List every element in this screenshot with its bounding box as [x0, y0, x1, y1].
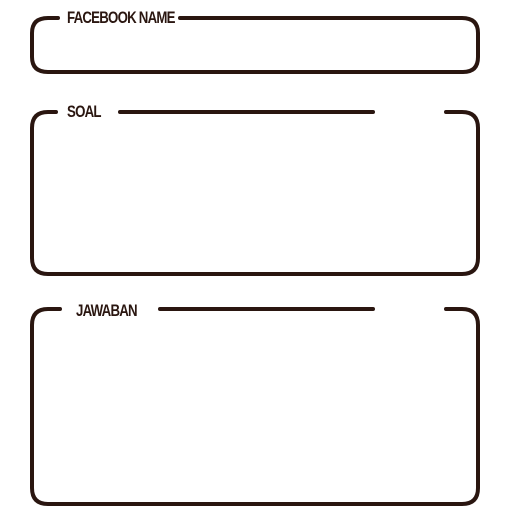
facebook-name-field[interactable] [40, 28, 470, 66]
facebook-name-label: FACEBOOK NAME [67, 8, 176, 27]
soal-label: SOAL [67, 102, 102, 121]
jawaban-label: JAWABAN [76, 301, 138, 320]
soal-field[interactable] [40, 124, 470, 266]
jawaban-field[interactable] [40, 322, 470, 496]
